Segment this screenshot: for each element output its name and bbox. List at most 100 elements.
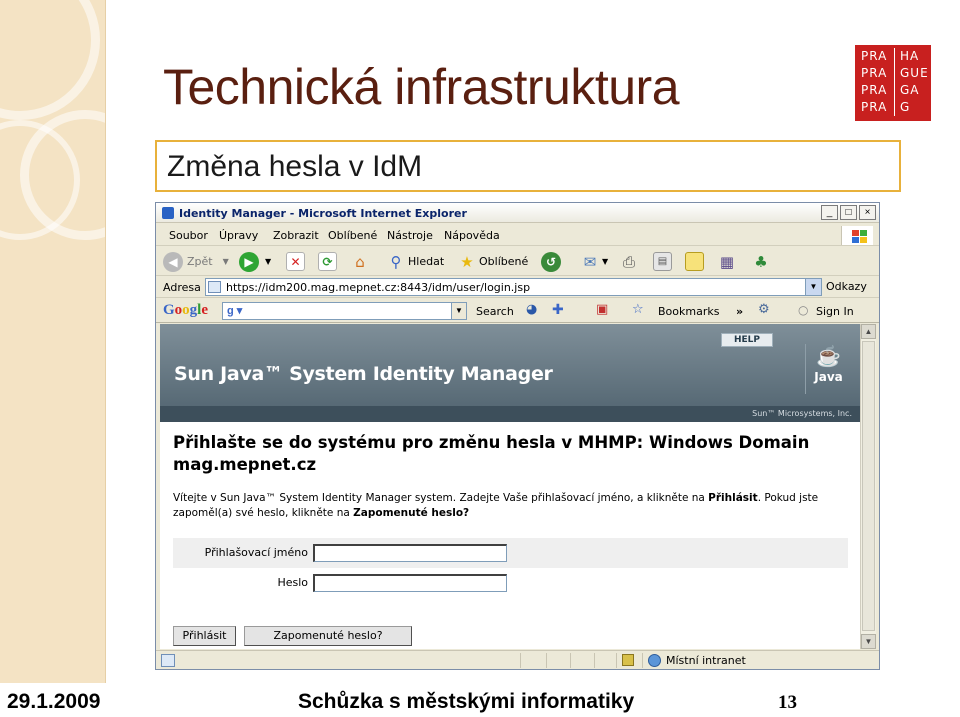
ie-icon	[162, 207, 174, 219]
intro-forgot-ref: Zapomenuté heslo?	[353, 507, 470, 519]
intranet-zone-icon	[648, 654, 661, 667]
footer-date: 29.1.2009	[7, 690, 101, 713]
status-divider	[642, 653, 643, 668]
menu-bar: Soubor Úpravy Zobrazit Oblíbené Nástroje…	[156, 224, 879, 246]
logo-text: PRA	[861, 99, 895, 116]
note-icon	[685, 252, 704, 271]
login-button[interactable]: Přihlásit	[173, 626, 236, 646]
intro-text: Vítejte v Sun Java™ System Identity Mana…	[173, 492, 709, 504]
menu-upravy[interactable]: Úpravy	[219, 229, 258, 242]
bookmark-star-icon: ☆	[632, 302, 644, 317]
back-dropdown-icon: ▼	[222, 257, 229, 266]
menu-soubor[interactable]: Soubor	[169, 229, 208, 242]
vertical-scrollbar[interactable]: ▲ ▼	[860, 324, 876, 649]
search-button[interactable]: ⚲ Hledat	[386, 251, 445, 272]
help-button[interactable]: HELP	[721, 333, 773, 347]
signin-button[interactable]: Sign In	[816, 305, 854, 318]
pagerank-icon[interactable]: ◕	[526, 302, 537, 317]
menu-oblibene[interactable]: Oblíbené	[328, 229, 377, 242]
mail-button[interactable]: ✉ ▼	[580, 251, 608, 272]
refresh-button[interactable]: ⟳	[318, 251, 337, 272]
home-icon: ⌂	[355, 252, 365, 271]
logo-text: PRA	[861, 65, 895, 82]
scroll-down-icon[interactable]: ▼	[861, 634, 876, 649]
password-input[interactable]	[313, 574, 507, 592]
lock-icon	[622, 654, 634, 666]
java-cup-icon: ☕	[816, 346, 841, 368]
close-button[interactable]: ×	[859, 205, 876, 220]
status-divider	[570, 653, 571, 668]
back-label: Zpět	[187, 255, 213, 268]
favorites-button[interactable]: ★ Oblíbené	[457, 251, 528, 272]
star-icon: ★	[460, 252, 474, 271]
menu-nastroje[interactable]: Nástroje	[387, 229, 433, 242]
edit-button[interactable]: ▤	[653, 251, 672, 272]
stop-button[interactable]: ✕	[286, 251, 305, 272]
google-logo: Google	[163, 302, 209, 318]
username-label: Přihlašovací jméno	[204, 546, 308, 559]
links-button[interactable]: Odkazy	[826, 280, 867, 293]
google-dropdown-icon[interactable]: ▼	[451, 303, 466, 319]
discuss-button[interactable]	[685, 251, 704, 272]
edit-icon: ▤	[653, 252, 672, 271]
address-dropdown-icon[interactable]: ▼	[805, 279, 821, 295]
status-divider	[520, 653, 521, 668]
address-bar: Adresa https://idm200.mag.mepnet.cz:8443…	[156, 277, 879, 298]
product-title: Sun Java™ System Identity Manager	[174, 363, 553, 385]
print-button[interactable]: ⎙	[619, 251, 639, 272]
forward-dropdown-icon: ▼	[265, 257, 272, 266]
praha-logo: PRA HA PRA GUE PRA GA PRA G	[855, 45, 931, 121]
history-button[interactable]: ↺	[541, 251, 561, 272]
logo-text: PRA	[861, 82, 895, 99]
java-label: Java	[814, 370, 843, 384]
slide-title: Technická infrastruktura	[163, 59, 680, 115]
page-number: 13	[778, 692, 797, 713]
search-icon: ⚲	[390, 252, 402, 271]
password-label: Heslo	[277, 576, 308, 589]
forward-button[interactable]: ▶ ▼	[239, 251, 271, 272]
more-chevron-icon[interactable]: »	[736, 305, 743, 318]
page-status-icon	[161, 654, 175, 667]
menu-napoveda[interactable]: Nápověda	[444, 229, 500, 242]
messenger-button[interactable]: ♣	[751, 251, 771, 272]
slide-subtitle: Změna hesla v IdM	[167, 150, 423, 183]
status-divider	[616, 653, 617, 668]
username-input[interactable]	[313, 544, 507, 562]
google-search-button[interactable]: Search	[476, 305, 514, 318]
address-input[interactable]: https://idm200.mag.mepnet.cz:8443/idm/us…	[205, 278, 822, 296]
back-button[interactable]: ◀ Zpět ▼	[163, 251, 229, 272]
bookmarks-button[interactable]: Bookmarks	[658, 305, 719, 318]
security-zone-label: Místní intranet	[666, 654, 746, 667]
logo-text: G	[900, 100, 911, 114]
google-g-icon: g ▾	[227, 305, 243, 317]
logo-text: GUE	[900, 66, 929, 80]
plus-icon[interactable]: ✚	[552, 302, 564, 318]
scroll-up-icon[interactable]: ▲	[861, 324, 876, 339]
print-icon: ⎙	[622, 252, 635, 271]
page-icon	[208, 281, 221, 293]
home-button[interactable]: ⌂	[350, 251, 370, 272]
popup-blocker-icon[interactable]: ▣	[596, 302, 608, 317]
menu-zobrazit[interactable]: Zobrazit	[273, 229, 319, 242]
research-icon: ▦	[719, 252, 735, 271]
signin-icon: ○	[798, 303, 809, 317]
status-bar: Místní intranet	[156, 650, 879, 669]
mail-icon: ✉	[583, 252, 597, 271]
google-search-input[interactable]: g ▾ ▼	[222, 302, 467, 320]
minimize-button[interactable]: _	[821, 205, 838, 220]
forgot-password-button[interactable]: Zapomenuté heslo?	[244, 626, 412, 646]
refresh-icon: ⟳	[318, 252, 337, 271]
research-button[interactable]: ▦	[717, 251, 737, 272]
address-url: https://idm200.mag.mepnet.cz:8443/idm/us…	[226, 281, 531, 294]
standard-toolbar: ◀ Zpět ▼ ▶ ▼ ✕ ⟳ ⌂ ⚲ Hledat ★ Oblíbené ↺…	[156, 247, 879, 276]
logo-text: PRA	[861, 48, 895, 65]
wrench-icon[interactable]: ⚙	[758, 302, 770, 317]
forward-arrow-icon: ▶	[239, 251, 259, 272]
address-label: Adresa	[163, 281, 201, 294]
browser-titlebar: Identity Manager - Microsoft Internet Ex…	[156, 203, 879, 223]
back-arrow-icon: ◀	[163, 251, 183, 272]
intro-login-ref: Přihlásit	[708, 492, 758, 504]
scroll-thumb[interactable]	[862, 341, 875, 631]
maximize-button[interactable]: □	[840, 205, 857, 220]
google-toolbar: Google g ▾ ▼ Search ◕ ✚ ▣ ☆ Bookmarks » …	[156, 299, 879, 323]
